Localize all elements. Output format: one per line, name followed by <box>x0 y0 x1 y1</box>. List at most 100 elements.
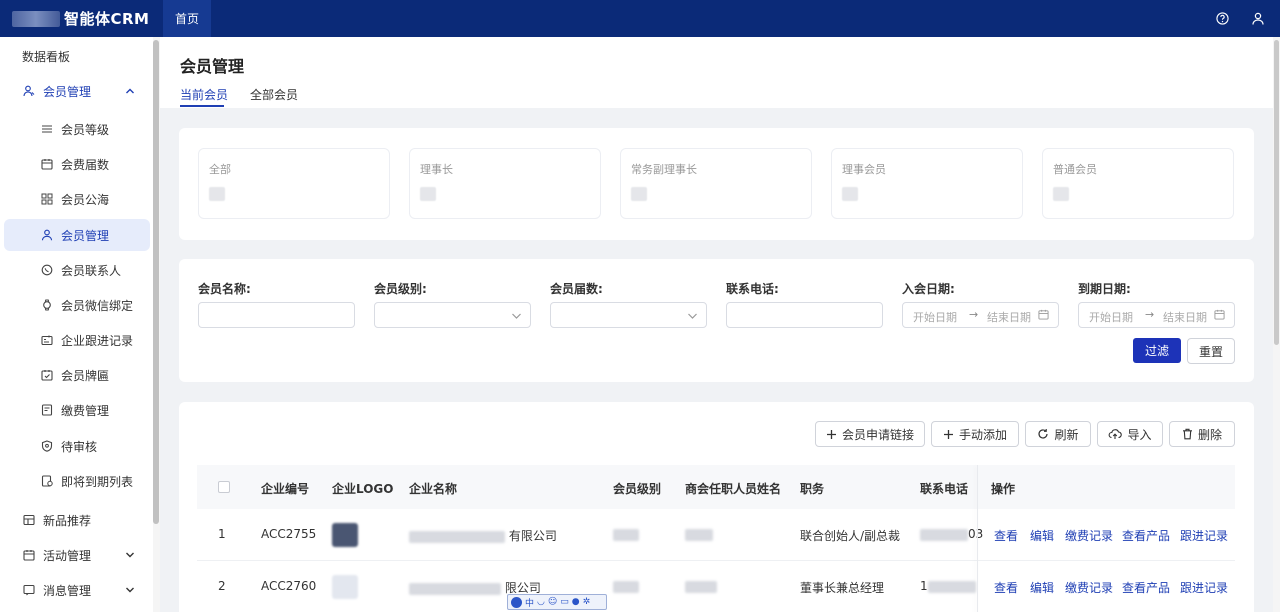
ime-keyboard-icon[interactable]: ▭ <box>560 597 569 607</box>
sidebar-item-wechat-binding[interactable]: 会员微信绑定 <box>0 289 153 321</box>
sidebar-item-expiring-list[interactable]: 即将到期列表 <box>0 465 153 497</box>
tab-all-members[interactable]: 全部会员 <box>250 86 298 103</box>
sidebar-item-member-plaques[interactable]: 会员牌匾 <box>0 359 153 391</box>
join-date-range[interactable]: 开始日期 → 结束日期 <box>902 302 1059 328</box>
sidebar-item-payments[interactable]: 缴费管理 <box>0 394 153 426</box>
calendar-icon <box>22 548 36 562</box>
manual-add-button[interactable]: 手动添加 <box>931 421 1019 447</box>
page-scrollbar[interactable] <box>1274 40 1279 345</box>
stat-president[interactable]: 理事长 <box>409 148 601 219</box>
expiry-icon <box>40 474 54 488</box>
sidebar-item-label: 即将到期列表 <box>61 474 134 489</box>
delete-button[interactable]: 删除 <box>1169 421 1235 447</box>
active-tab-indicator <box>180 105 224 107</box>
view-products-link[interactable]: 查看产品 <box>1122 579 1170 596</box>
payment-records-link[interactable]: 缴费记录 <box>1065 579 1113 596</box>
grid-icon <box>40 192 54 206</box>
member-level-select[interactable] <box>374 302 531 328</box>
stat-regular-members[interactable]: 普通会员 <box>1042 148 1234 219</box>
phone-input[interactable] <box>726 302 883 328</box>
sidebar-scrollbar[interactable] <box>153 40 159 524</box>
officer-name <box>685 579 717 593</box>
stat-council-members[interactable]: 理事会员 <box>831 148 1023 219</box>
sidebar-item-member-management[interactable]: 会员管理 <box>4 219 150 251</box>
tab-home[interactable]: 首页 <box>163 0 212 37</box>
column-header: 企业LOGO <box>332 482 394 496</box>
stat-value-redacted <box>1053 187 1069 201</box>
expire-date-range[interactable]: 开始日期 → 结束日期 <box>1078 302 1235 328</box>
ime-chinese-mode-icon[interactable]: 中 <box>525 596 534 609</box>
button-label: 会员申请链接 <box>841 427 914 442</box>
sidebar-item-new-products[interactable]: 新品推荐 <box>0 504 153 536</box>
sidebar-item-label: 会费届数 <box>61 157 110 172</box>
sidebar-item-member-levels[interactable]: 会员等级 <box>0 113 153 145</box>
row-index: 1 <box>218 527 226 541</box>
refresh-icon <box>1037 428 1049 440</box>
tab-current-members[interactable]: 当前会员 <box>180 86 228 103</box>
sidebar-item-member-pool[interactable]: 会员公海 <box>0 183 153 215</box>
stat-label: 理事会员 <box>842 163 886 176</box>
sidebar-item-label: 会员牌匾 <box>61 368 110 383</box>
view-products-link[interactable]: 查看产品 <box>1122 527 1170 544</box>
edit-link[interactable]: 编辑 <box>1030 579 1054 596</box>
sidebar-item-label: 数据看板 <box>22 49 71 64</box>
followup-records-link[interactable]: 跟进记录 <box>1180 527 1228 544</box>
member-apply-link-button[interactable]: 会员申请链接 <box>815 421 925 447</box>
members-icon <box>22 84 36 98</box>
company-name-suffix: 限公司 <box>504 581 541 595</box>
range-arrow: → <box>969 308 979 321</box>
sidebar-item-members[interactable]: 会员管理 <box>0 75 153 107</box>
user-icon[interactable] <box>1250 11 1266 27</box>
company-code: ACC2760 <box>261 579 317 593</box>
table-row[interactable]: 2 ACC2760 限公司 董事长兼总经理 1 查看 编辑 缴费记录 查看产品 … <box>197 561 1235 612</box>
calendar-icon <box>40 157 54 171</box>
filter-button[interactable]: 过滤 <box>1133 338 1181 363</box>
redacted-text <box>409 530 505 543</box>
member-name-label: 会员名称: <box>198 282 251 296</box>
edit-link[interactable]: 编辑 <box>1030 527 1054 544</box>
sidebar-item-fee-terms[interactable]: 会费届数 <box>0 148 153 180</box>
reset-button[interactable]: 重置 <box>1187 338 1235 364</box>
sidebar-item-label: 企业跟进记录 <box>61 333 134 348</box>
stat-all[interactable]: 全部 <box>198 148 390 219</box>
sidebar-item-label: 会员公海 <box>61 192 110 207</box>
stat-label: 理事长 <box>420 163 453 176</box>
sidebar-item-dashboard[interactable]: 数据看板 <box>0 40 153 72</box>
chevron-down-icon <box>687 309 698 323</box>
sidebar-item-activities[interactable]: 活动管理 <box>0 539 153 571</box>
brand[interactable]: 智能体CRM <box>0 0 163 37</box>
view-link[interactable]: 查看 <box>994 527 1018 544</box>
chevron-down-icon <box>125 583 135 597</box>
ime-punctuation-icon[interactable]: ◡ <box>537 597 545 607</box>
member-term-select[interactable] <box>550 302 707 328</box>
redacted-text <box>685 580 717 593</box>
brand-title: 智能体CRM <box>64 10 150 28</box>
sidebar-item-followup-records[interactable]: 企业跟进记录 <box>0 324 153 356</box>
stat-value-redacted <box>842 187 858 201</box>
sidebar-item-label: 会员管理 <box>61 228 110 243</box>
sidebar-item-pending-review[interactable]: 待审核 <box>0 430 153 462</box>
phone-label: 联系电话: <box>726 282 779 296</box>
ime-toolbar[interactable]: 中 ◡ ☺ ▭ ● ✲ <box>507 594 607 610</box>
stat-label: 常务副理事长 <box>631 163 697 176</box>
sidebar-item-messages[interactable]: 消息管理 <box>0 574 153 606</box>
refresh-button[interactable]: 刷新 <box>1025 421 1091 447</box>
table-row[interactable]: 1 ACC2755 有限公司 联合创始人/副总裁 03 查看 编辑 缴费记录 查… <box>197 509 1235 561</box>
sidebar-item-label: 会员微信绑定 <box>61 298 134 313</box>
member-name-input[interactable] <box>198 302 355 328</box>
followup-records-link[interactable]: 跟进记录 <box>1180 579 1228 596</box>
shield-icon <box>40 439 54 453</box>
view-link[interactable]: 查看 <box>994 579 1018 596</box>
payment-records-link[interactable]: 缴费记录 <box>1065 527 1113 544</box>
select-all-checkbox[interactable] <box>218 481 230 493</box>
sidebar-item-member-contacts[interactable]: 会员联系人 <box>0 254 153 286</box>
ime-settings-icon[interactable]: ✲ <box>583 597 591 607</box>
ime-emoji-icon[interactable]: ☺ <box>548 597 557 607</box>
ime-mic-icon[interactable]: ● <box>572 597 580 607</box>
join-date-label: 入会日期: <box>902 282 955 296</box>
import-button[interactable]: 导入 <box>1097 421 1163 447</box>
stat-executive-vice-president[interactable]: 常务副理事长 <box>620 148 812 219</box>
help-icon[interactable] <box>1214 11 1230 27</box>
list-icon <box>40 122 54 136</box>
chevron-down-icon <box>125 548 135 562</box>
